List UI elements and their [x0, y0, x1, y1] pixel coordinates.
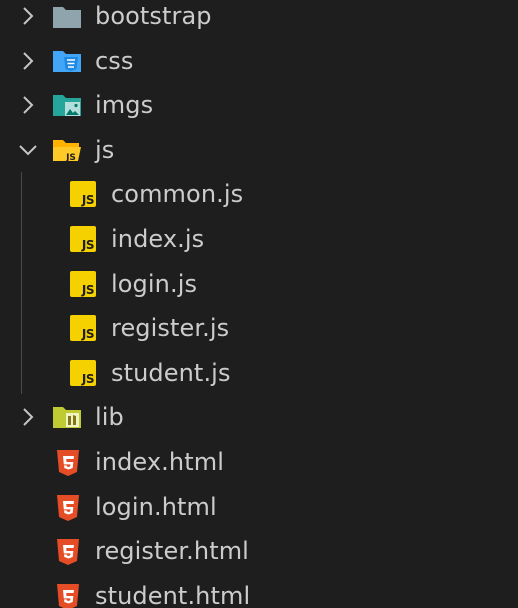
html5-file-icon [57, 584, 79, 608]
library-folder-icon [53, 407, 81, 428]
javascript-file-icon: JS [70, 360, 96, 386]
html5-file-icon [57, 495, 79, 521]
file-label-student-js: student.js [111, 359, 231, 387]
file-explorer-tree: bootstrap css imgs JS js JS common.js JS… [0, 0, 518, 608]
css-folder-icon [53, 51, 81, 72]
chevron-right-icon[interactable] [16, 4, 40, 28]
javascript-file-icon: JS [70, 226, 96, 252]
folder-icon [53, 7, 81, 28]
file-label-index-js: index.js [111, 225, 205, 253]
chevron-right-icon[interactable] [16, 405, 40, 429]
javascript-file-icon: JS [70, 315, 96, 341]
file-student-js[interactable]: JS student.js [0, 351, 518, 395]
folder-js[interactable]: JS js [0, 128, 518, 172]
file-label-common-js: common.js [111, 180, 244, 208]
js-folder-open-icon: JS [53, 140, 81, 163]
file-label-index-html: index.html [95, 448, 224, 476]
html5-file-icon [57, 539, 79, 565]
svg-text:JS: JS [65, 153, 76, 163]
file-index-js[interactable]: JS index.js [0, 217, 518, 261]
folder-imgs[interactable]: imgs [0, 83, 518, 127]
file-label-register-js: register.js [111, 314, 230, 342]
folder-bootstrap[interactable]: bootstrap [0, 0, 518, 38]
file-label-login-html: login.html [95, 493, 217, 521]
folder-css[interactable]: css [0, 39, 518, 83]
file-login-js[interactable]: JS login.js [0, 262, 518, 306]
file-login-html[interactable]: login.html [0, 485, 518, 529]
folder-label-js: js [95, 136, 115, 164]
folder-label-lib: lib [95, 403, 124, 431]
chevron-down-icon[interactable] [16, 138, 40, 162]
images-folder-icon [53, 95, 81, 116]
file-student-html[interactable]: student.html [0, 574, 518, 608]
file-register-html[interactable]: register.html [0, 529, 518, 573]
folder-label-imgs: imgs [95, 91, 154, 119]
file-label-student-html: student.html [95, 582, 251, 608]
file-index-html[interactable]: index.html [0, 440, 518, 484]
html5-file-icon [57, 450, 79, 476]
file-register-js[interactable]: JS register.js [0, 306, 518, 350]
file-common-js[interactable]: JS common.js [0, 172, 518, 216]
file-label-register-html: register.html [95, 537, 249, 565]
folder-lib[interactable]: lib [0, 395, 518, 439]
folder-label-css: css [95, 47, 134, 75]
javascript-file-icon: JS [70, 181, 96, 207]
folder-label-bootstrap: bootstrap [95, 2, 212, 30]
file-label-login-js: login.js [111, 270, 198, 298]
chevron-right-icon[interactable] [16, 93, 40, 117]
javascript-file-icon: JS [70, 271, 96, 297]
chevron-right-icon[interactable] [16, 49, 40, 73]
